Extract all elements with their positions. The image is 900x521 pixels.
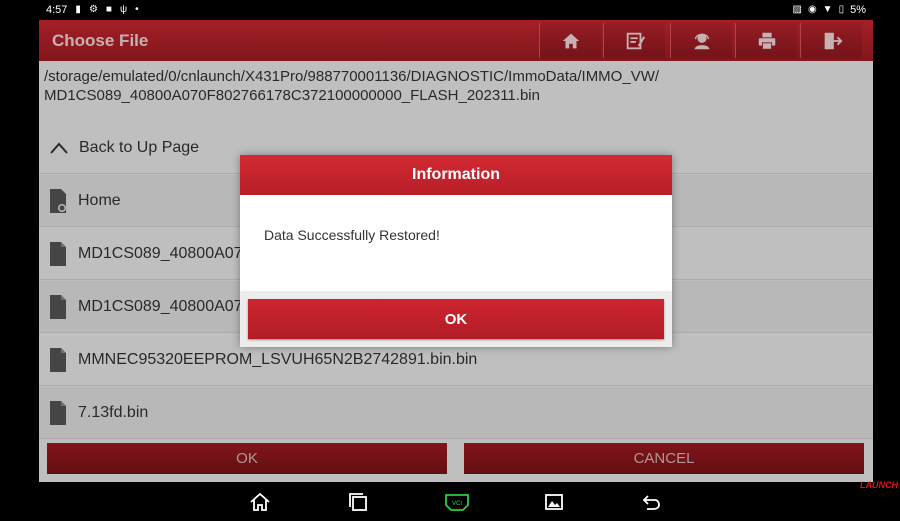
back-nav-icon[interactable] — [640, 492, 662, 512]
usb-icon: ψ — [119, 4, 128, 15]
status-left: 4:57 ▮ ⚙ ■ ψ • — [46, 4, 139, 16]
gear-icon: ⚙ — [88, 4, 98, 15]
status-right: ▨ ◉ ▼ ▯ 5% — [792, 4, 866, 16]
dialog-title: Information — [240, 155, 672, 195]
dialog-footer: OK — [240, 291, 672, 347]
wifi-icon: ▼ — [822, 4, 833, 15]
battery-icon: ▯ — [838, 4, 845, 15]
vci-icon[interactable]: VCI — [443, 492, 471, 512]
information-dialog: Information Data Successfully Restored! … — [240, 155, 672, 347]
status-bar: 4:57 ▮ ⚙ ■ ψ • ▨ ◉ ▼ ▯ 5% — [0, 0, 900, 20]
eye-icon: ◉ — [807, 4, 817, 15]
dialog-ok-button[interactable]: OK — [248, 299, 664, 339]
screen: 4:57 ▮ ⚙ ■ ψ • ▨ ◉ ▼ ▯ 5% Choose File /s… — [0, 0, 900, 521]
dialog-message: Data Successfully Restored! — [264, 227, 440, 243]
clock: 4:57 — [46, 4, 68, 16]
camera-icon: ■ — [105, 4, 112, 15]
launch-logo: LAUNCH — [860, 480, 898, 490]
battery-alert-icon: ▮ — [75, 4, 81, 15]
gallery-icon[interactable] — [543, 492, 565, 512]
vci-label: VCI — [452, 501, 462, 507]
home-nav-icon[interactable] — [249, 492, 271, 512]
dot-icon: • — [135, 4, 139, 15]
recent-apps-icon[interactable] — [347, 492, 369, 512]
no-sim-icon: ▨ — [792, 4, 802, 15]
battery-percent: 5% — [850, 4, 866, 16]
navigation-bar: VCI — [0, 482, 900, 521]
